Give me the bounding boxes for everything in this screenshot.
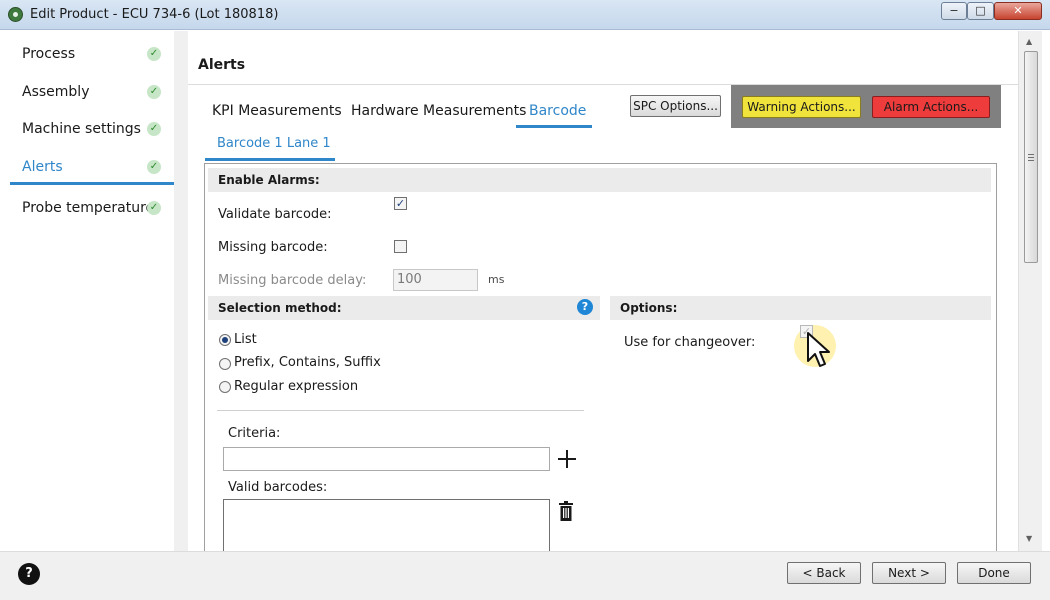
validate-barcode-label: Validate barcode: [218,207,332,222]
sidebar-item-process[interactable]: Process ✓ [10,38,174,72]
page-header: Alerts [188,31,1018,85]
check-icon: ✓ [147,122,161,136]
window-title: Edit Product - ECU 734-6 (Lot 180818) [30,7,279,22]
check-icon: ✓ [147,160,161,174]
help-icon[interactable]: ? [18,563,40,585]
subtab-barcode-1-lane-1[interactable]: Barcode 1 Lane 1 [217,136,331,151]
minimize-button[interactable]: − [941,2,967,20]
options-heading: Options: [610,296,991,320]
app-icon [8,7,23,22]
sidebar-item-label: Machine settings [22,121,141,137]
footer-bar: ? < Back Next > Done [0,551,1050,600]
sidebar-nav: Process ✓ Assembly ✓ Machine settings ✓ … [10,31,174,551]
done-button[interactable]: Done [957,562,1031,584]
validate-barcode-checkbox[interactable]: ✓ [394,197,407,210]
use-for-changeover-label: Use for changeover: [624,335,756,350]
radio-prefix-contains-suffix-label: Prefix, Contains, Suffix [234,355,381,370]
delay-unit-label: ms [488,273,505,286]
check-icon: ✓ [147,201,161,215]
criteria-input[interactable] [223,447,550,471]
sidebar-item-label: Process [22,46,76,62]
missing-barcode-delay-input[interactable]: 100 [393,269,478,291]
sidebar-item-label: Assembly [22,84,90,100]
warning-actions-button[interactable]: Warning Actions... [742,96,861,118]
main-content: Alerts KPI Measurements Hardware Measure… [188,31,1018,559]
missing-barcode-label: Missing barcode: [218,240,328,255]
scroll-up-arrow-icon[interactable]: ▲ [1026,37,1032,46]
sidebar-item-assembly[interactable]: Assembly ✓ [10,76,174,110]
sidebar-item-label: Alerts [22,159,63,175]
radio-regular-expression[interactable] [219,381,231,393]
help-icon[interactable]: ? [577,299,593,315]
scroll-thumb[interactable] [1024,51,1038,263]
active-subtab-indicator [205,158,335,161]
maximize-button[interactable]: □ [967,2,994,20]
close-button[interactable]: ✕ [994,2,1042,20]
check-icon: ✓ [147,85,161,99]
enable-alarms-heading: Enable Alarms: [208,168,991,192]
delete-icon[interactable] [559,501,573,521]
valid-barcodes-list[interactable] [223,499,550,559]
add-icon[interactable] [557,449,577,469]
radio-regular-expression-label: Regular expression [234,379,359,394]
page-title: Alerts [198,57,246,73]
mouse-cursor-icon [806,331,832,369]
sidebar-item-machine-settings[interactable]: Machine settings ✓ [10,113,174,147]
scroll-down-arrow-icon[interactable]: ▼ [1026,534,1032,543]
missing-barcode-delay-label: Missing barcode delay: [218,273,367,288]
sidebar-item-probe-temperature[interactable]: Probe temperature ✓ [10,192,174,226]
back-button[interactable]: < Back [787,562,861,584]
missing-barcode-checkbox[interactable] [394,240,407,253]
criteria-label: Criteria: [228,426,281,441]
next-button[interactable]: Next > [872,562,946,584]
radio-list-label: List [234,332,257,347]
radio-list[interactable] [219,334,231,346]
grip-icon [1028,154,1034,161]
divider [217,410,584,411]
title-bar: Edit Product - ECU 734-6 (Lot 180818) − … [0,0,1050,30]
sidebar-item-alerts[interactable]: Alerts ✓ [10,151,174,185]
tab-barcode[interactable]: Barcode [529,103,586,119]
content-gutter [174,31,188,551]
check-icon: ✓ [147,47,161,61]
radio-prefix-contains-suffix[interactable] [219,358,231,370]
spc-options-button[interactable]: SPC Options... [630,95,721,117]
selection-method-heading: Selection method: [208,296,600,320]
vertical-scrollbar[interactable]: ▲ ▼ [1018,31,1042,551]
tab-hardware-measurements[interactable]: Hardware Measurements [351,103,526,119]
valid-barcodes-label: Valid barcodes: [228,480,328,495]
tab-kpi-measurements[interactable]: KPI Measurements [212,103,342,119]
active-tab-indicator [516,125,592,128]
alarm-actions-button[interactable]: Alarm Actions... [872,96,990,118]
sidebar-item-label: Probe temperature [22,200,155,216]
